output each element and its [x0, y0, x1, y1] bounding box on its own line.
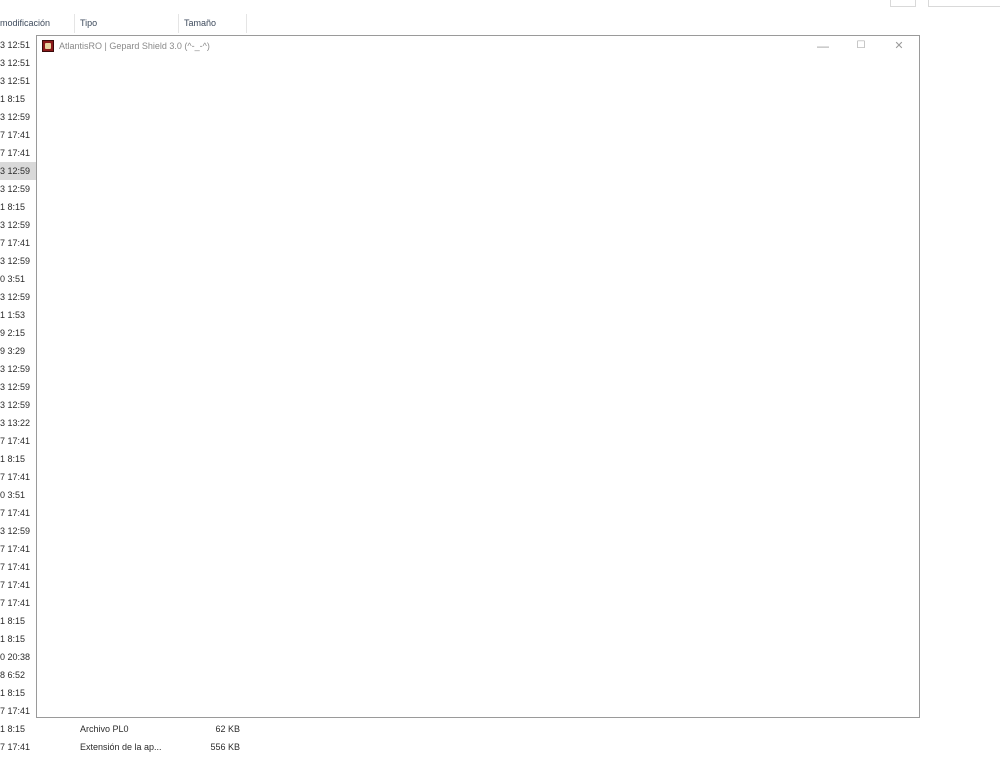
window-content-area[interactable] — [37, 56, 919, 717]
file-date-modified: 3 12:59 — [0, 526, 31, 536]
file-date-modified: 0 3:51 — [0, 490, 26, 500]
file-date-modified: 7 17:41 — [0, 130, 31, 140]
atlantisro-app-icon[interactable] — [42, 40, 54, 52]
file-date-modified: 3 13:22 — [0, 418, 31, 428]
file-date-modified: 7 17:41 — [0, 148, 31, 158]
file-date-modified: 7 17:41 — [0, 472, 31, 482]
file-date-modified: 1 8:15 — [0, 724, 26, 734]
window-title-bar[interactable]: AtlantisRO | Gepard Shield 3.0 (^-_-^) —… — [37, 36, 919, 56]
maximize-button[interactable]: ☐ — [842, 36, 880, 56]
minimize-button[interactable]: — — [804, 36, 842, 56]
column-header-size[interactable]: Tamaño — [184, 14, 216, 33]
file-type: Extensión de la ap... — [80, 742, 162, 752]
file-size: 556 KB — [210, 742, 240, 752]
file-date-modified: 0 20:38 — [0, 652, 31, 662]
file-date-modified: 7 17:41 — [0, 580, 31, 590]
file-date-modified: 8 6:52 — [0, 670, 26, 680]
file-list-column-headers: modificación Tipo Tamaño — [0, 14, 1000, 33]
file-date-modified: 9 2:15 — [0, 328, 26, 338]
file-date-modified: 3 12:59 — [0, 292, 31, 302]
column-header-date-modified[interactable]: modificación — [0, 14, 50, 33]
file-date-modified: 7 17:41 — [0, 508, 31, 518]
file-date-modified: 7 17:41 — [0, 706, 31, 716]
file-date-modified: 3 12:59 — [0, 256, 31, 266]
file-date-modified: 3 12:51 — [0, 76, 31, 86]
column-divider[interactable] — [246, 14, 247, 33]
file-date-modified: 7 17:41 — [0, 238, 31, 248]
file-date-modified: 9 3:29 — [0, 346, 26, 356]
file-date-modified: 1 8:15 — [0, 616, 26, 626]
explorer-top-bar — [0, 0, 1000, 7]
file-date-modified: 3 12:59 — [0, 162, 37, 180]
file-date-modified: 1 8:15 — [0, 94, 26, 104]
close-icon: ✕ — [894, 40, 904, 52]
file-type: Archivo PL0 — [80, 724, 129, 734]
file-date-modified: 0 3:51 — [0, 274, 26, 284]
file-date-modified: 3 12:59 — [0, 112, 31, 122]
file-date-modified: 7 17:41 — [0, 544, 31, 554]
file-size: 62 KB — [215, 724, 240, 734]
file-list-row[interactable]: 7 17:41 Extensión de la ap... 556 KB — [0, 738, 260, 756]
file-date-modified: 3 12:59 — [0, 400, 31, 410]
file-date-modified: 3 12:59 — [0, 364, 31, 374]
column-header-type[interactable]: Tipo — [80, 14, 97, 33]
explorer-toolbar-button[interactable] — [890, 0, 916, 7]
file-date-modified: 7 17:41 — [0, 598, 31, 608]
file-date-modified: 3 12:51 — [0, 58, 31, 68]
file-date-modified: 1 8:15 — [0, 688, 26, 698]
file-date-modified: 7 17:41 — [0, 742, 31, 752]
window-title: AtlantisRO | Gepard Shield 3.0 (^-_-^) — [59, 41, 210, 51]
file-date-modified: 3 12:59 — [0, 382, 31, 392]
file-date-modified: 1 8:15 — [0, 634, 26, 644]
file-date-modified: 7 17:41 — [0, 436, 31, 446]
file-date-modified: 3 12:51 — [0, 40, 31, 50]
file-date-modified: 1 1:53 — [0, 310, 26, 320]
file-date-modified: 7 17:41 — [0, 562, 31, 572]
minimize-icon: — — [817, 39, 829, 53]
explorer-search-box[interactable] — [928, 0, 1000, 7]
column-divider[interactable] — [74, 14, 75, 33]
maximize-icon: ☐ — [856, 40, 866, 51]
file-date-modified: 3 12:59 — [0, 220, 31, 230]
close-button[interactable]: ✕ — [880, 36, 918, 56]
file-date-modified: 1 8:15 — [0, 454, 26, 464]
gepard-shield-window[interactable]: AtlantisRO | Gepard Shield 3.0 (^-_-^) —… — [36, 35, 920, 718]
column-divider[interactable] — [178, 14, 179, 33]
file-date-modified: 1 8:15 — [0, 202, 26, 212]
file-date-modified: 3 12:59 — [0, 184, 31, 194]
file-list-row[interactable]: 1 8:15 Archivo PL0 62 KB — [0, 720, 260, 738]
